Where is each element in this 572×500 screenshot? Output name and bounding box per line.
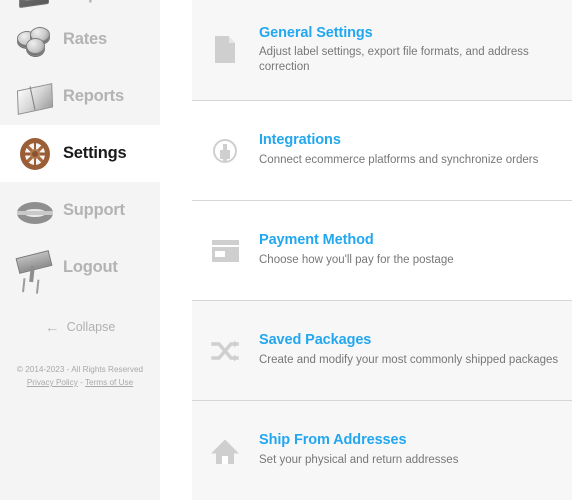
row-text: General Settings Adjust label settings, … (259, 24, 572, 77)
row-description: Create and modify your most commonly shi… (259, 353, 559, 366)
exit-sign-icon (13, 246, 57, 290)
settings-list: General Settings Adjust label settings, … (192, 0, 572, 500)
row-description: Adjust label settings, export file forma… (259, 45, 529, 73)
collapse-sidebar-button[interactable]: ← Collapse (0, 304, 160, 350)
collapse-label: Collapse (66, 320, 116, 334)
legal-separator: - (77, 377, 85, 387)
sidebar: Ship Rates Reports Settings Support Logo… (0, 0, 160, 500)
row-description: Set your physical and return addresses (259, 453, 459, 466)
sidebar-item-label: Settings (63, 144, 127, 162)
settings-row-general-settings[interactable]: General Settings Adjust label settings, … (192, 0, 572, 100)
terms-of-use-link[interactable]: Terms of Use (85, 378, 133, 387)
arrow-left-icon: ← (44, 318, 60, 336)
credit-card-icon (209, 234, 243, 268)
sidebar-item-rates[interactable]: Rates (0, 11, 160, 68)
sidebar-item-label: Logout (63, 258, 118, 276)
copyright-text: © 2014-2023 - All Rights Reserved (16, 365, 144, 374)
sidebar-footer: © 2014-2023 - All Rights Reserved Privac… (0, 364, 160, 389)
document-icon (209, 33, 243, 67)
settings-row-ship-from-addresses[interactable]: Ship From Addresses Set your physical an… (192, 400, 572, 500)
privacy-policy-link[interactable]: Privacy Policy (27, 378, 78, 387)
settings-row-saved-packages[interactable]: Saved Packages Create and modify your mo… (192, 300, 572, 400)
sidebar-item-label: Reports (63, 87, 124, 105)
row-text: Saved Packages Create and modify your mo… (259, 331, 558, 369)
sidebar-item-label: Ship (63, 0, 98, 4)
row-title[interactable]: Payment Method (259, 231, 454, 249)
shuffle-icon (209, 334, 243, 368)
home-icon (209, 434, 243, 468)
life-ring-icon (13, 189, 57, 233)
row-text: Integrations Connect ecommerce platforms… (259, 131, 538, 169)
row-text: Ship From Addresses Set your physical an… (259, 431, 458, 469)
ship-wheel-icon (13, 132, 57, 176)
sidebar-item-label: Rates (63, 30, 107, 48)
legal-links: Privacy Policy - Terms of Use (0, 377, 160, 389)
settings-row-payment-method[interactable]: Payment Method Choose how you'll pay for… (192, 200, 572, 300)
row-title[interactable]: Integrations (259, 131, 538, 149)
sidebar-item-ship[interactable]: Ship (0, 0, 160, 11)
book-icon (13, 75, 57, 119)
row-description: Choose how you'll pay for the postage (259, 253, 454, 266)
sidebar-item-label: Support (63, 201, 125, 219)
row-title[interactable]: General Settings (259, 24, 572, 42)
row-title[interactable]: Ship From Addresses (259, 431, 458, 449)
row-description: Connect ecommerce platforms and synchron… (259, 153, 539, 166)
row-title[interactable]: Saved Packages (259, 331, 558, 349)
settings-row-integrations[interactable]: Integrations Connect ecommerce platforms… (192, 100, 572, 200)
coins-icon (13, 18, 57, 62)
download-circle-icon (209, 134, 243, 168)
sidebar-item-logout[interactable]: Logout (0, 239, 160, 296)
sidebar-item-support[interactable]: Support (0, 182, 160, 239)
row-text: Payment Method Choose how you'll pay for… (259, 231, 454, 269)
sidebar-item-settings[interactable]: Settings (0, 125, 160, 182)
sidebar-item-reports[interactable]: Reports (0, 68, 160, 125)
